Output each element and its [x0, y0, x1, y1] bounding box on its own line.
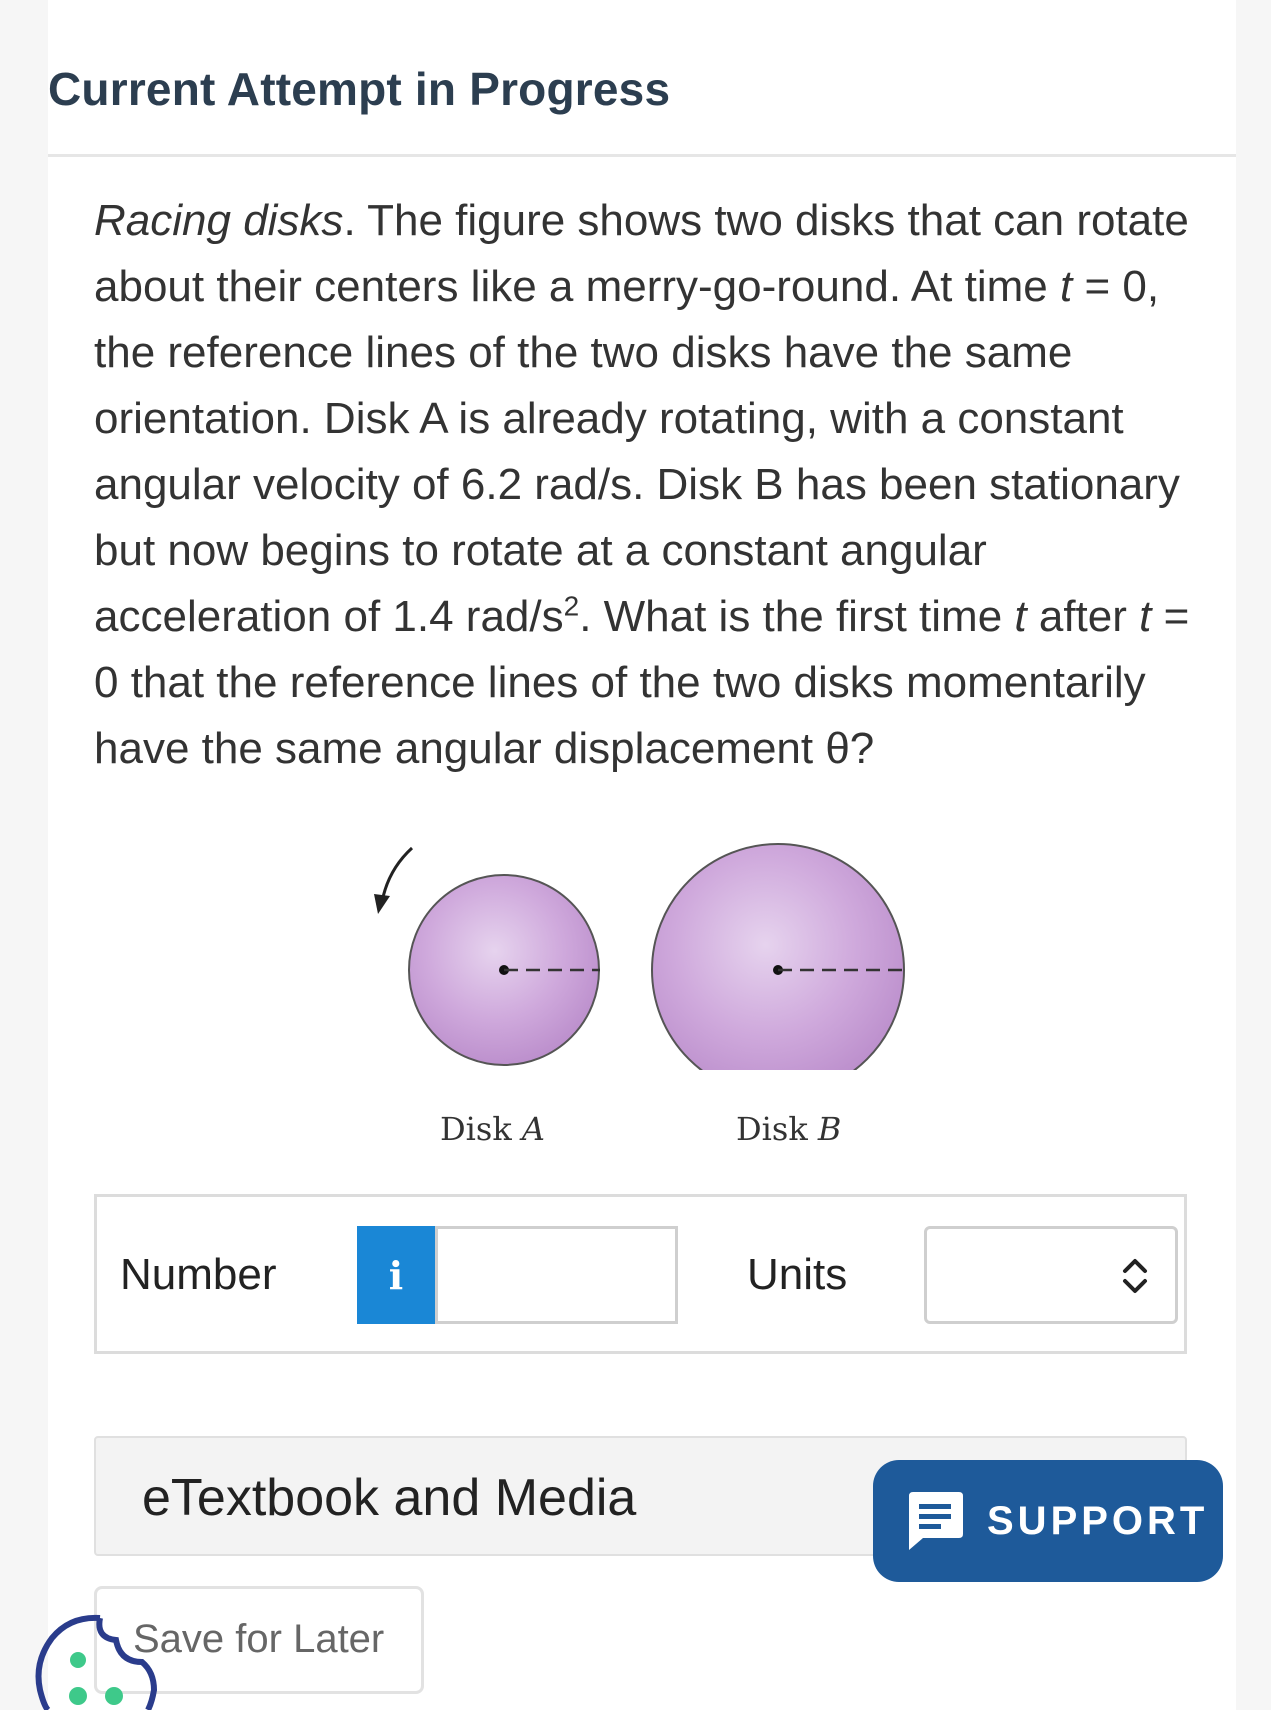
disk-a-label-text: Disk: [440, 1110, 522, 1148]
disk-a-label: Disk A: [440, 1110, 545, 1148]
disk-b-label-text: Disk: [736, 1110, 818, 1148]
disks-illustration: [374, 843, 906, 1097]
disk-b-label: Disk B: [736, 1110, 841, 1148]
disk-b: [651, 843, 905, 1097]
info-button[interactable]: i: [357, 1226, 435, 1324]
variable-t: t: [1059, 262, 1073, 311]
racing-disks-figure: Disk A Disk B: [360, 830, 920, 1170]
number-input[interactable]: [435, 1226, 678, 1324]
support-button[interactable]: SUPPORT: [873, 1460, 1223, 1582]
etextbook-label: eTextbook and Media: [142, 1469, 637, 1527]
cookie-settings-icon[interactable]: [30, 1610, 160, 1710]
question-title: Racing disks: [94, 196, 344, 245]
number-label: Number: [120, 1250, 277, 1299]
chat-icon: [909, 1492, 963, 1550]
question-body-3: . What is the first time: [579, 592, 1015, 641]
disk-a-letter: A: [521, 1110, 545, 1148]
disk-b-letter: B: [817, 1110, 842, 1148]
header-divider: [48, 154, 1236, 157]
attempt-header: Current Attempt in Progress: [48, 63, 671, 115]
units-select[interactable]: [924, 1226, 1178, 1324]
updown-chevron-icon: [1123, 1259, 1147, 1293]
superscript-2: 2: [563, 590, 580, 622]
save-for-later-label: Save for Later: [133, 1617, 385, 1661]
question-text: Racing disks. The figure shows two disks…: [94, 188, 1204, 782]
units-label: Units: [747, 1250, 848, 1299]
question-body-4: after: [1026, 592, 1140, 641]
support-label: SUPPORT: [987, 1498, 1209, 1543]
variable-t: t: [1014, 592, 1027, 641]
question-body-2: = 0, the reference lines of the two disk…: [94, 262, 1180, 641]
variable-t: t: [1139, 592, 1152, 641]
rotation-arrow-icon: [374, 846, 414, 914]
